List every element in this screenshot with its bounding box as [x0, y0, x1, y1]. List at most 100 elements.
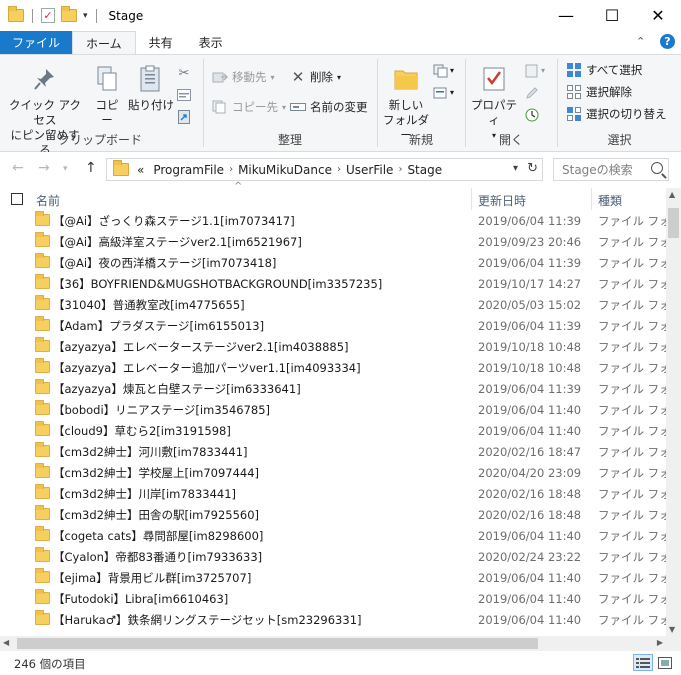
file-row[interactable]: 【36】BOYFRIEND&MUGSHOTBACKGROUND[im335723… — [0, 273, 666, 294]
horizontal-scrollbar[interactable]: ◀ ▶ — [0, 636, 666, 651]
recent-locations-chevron-icon[interactable]: ▾ — [63, 164, 68, 174]
search-input[interactable]: Stageの検索 — [553, 158, 669, 181]
file-row[interactable]: 【Cyalon】帝都83番通り[im7933633] 2020/02/24 23:… — [0, 546, 666, 567]
clipboard-group-label: クリップボード — [57, 133, 142, 147]
breadcrumb-separator-icon[interactable]: › — [337, 164, 341, 175]
minimize-button[interactable]: — — [543, 0, 589, 31]
file-row[interactable]: 【azyazya】エレベーターステージver2.1[im4038885] 2019… — [0, 336, 666, 357]
open-icon[interactable] — [524, 63, 540, 79]
tab-view[interactable]: 表示 — [186, 31, 236, 54]
close-button[interactable]: ✕ — [635, 0, 681, 31]
file-row[interactable]: 【31040】普通教室改[im4775655] 2020/05/03 15:02 フ… — [0, 294, 666, 315]
breadcrumb-item[interactable]: UserFile — [346, 163, 393, 177]
folder-icon — [35, 379, 50, 394]
easy-access-icon[interactable] — [433, 85, 449, 101]
history-icon[interactable] — [524, 107, 540, 123]
file-row[interactable]: 【@Ai】ざっくり森ステージ1.1[im7073417] 2019/06/04 1… — [0, 210, 666, 231]
file-type: ファイル フォルダー — [598, 465, 666, 480]
details-view-button[interactable] — [633, 654, 653, 671]
file-row[interactable]: 【Adam】プラダステージ[im6155013] 2019/06/04 11:39… — [0, 315, 666, 336]
tab-file[interactable]: ファイル — [0, 31, 73, 54]
file-row[interactable]: 【@Ai】高級洋室ステージver2.1[im6521967] 2019/09/23… — [0, 231, 666, 252]
scroll-right-icon[interactable]: ▶ — [657, 638, 663, 647]
paste-button[interactable]: 貼り付け — [128, 63, 174, 113]
file-type: ファイル フォルダー — [598, 591, 666, 606]
chevron-down-icon[interactable]: ▾ — [450, 66, 454, 75]
breadcrumb-item[interactable]: Stage — [407, 163, 442, 177]
file-row[interactable]: 【azyazya】エレベーター追加パーツver1.1[im4093334] 201… — [0, 357, 666, 378]
back-arrow-icon[interactable]: ← — [12, 160, 24, 176]
breadcrumb-overflow[interactable]: « — [137, 163, 144, 177]
file-row[interactable]: 【ejima】背景用ビル群[im3725707] 2019/06/04 11:40… — [0, 567, 666, 588]
scroll-thumb[interactable] — [17, 638, 538, 649]
file-row[interactable]: 【cm3d2紳士】学校屋上[im7097444] 2020/04/20 23:09… — [0, 462, 666, 483]
up-arrow-icon[interactable]: ↑ — [85, 160, 97, 176]
file-row[interactable]: 【@Ai】夜の西洋橋ステージ[im7073418] 2019/06/04 11:3… — [0, 252, 666, 273]
file-row[interactable]: 【Futodoki】Libra[im6610463] 2019/06/04 11:… — [0, 588, 666, 609]
forward-arrow-icon[interactable]: → — [38, 160, 50, 176]
chevron-down-icon[interactable]: ▾ — [450, 88, 454, 97]
cut-icon[interactable]: ✂ — [176, 65, 192, 81]
scroll-left-icon[interactable]: ◀ — [3, 638, 9, 647]
column-name[interactable]: 名前 — [36, 192, 60, 209]
scroll-thumb[interactable] — [668, 208, 679, 238]
column-type[interactable]: 種類 — [598, 192, 622, 209]
folder-icon — [35, 463, 50, 478]
file-row[interactable]: 【Haruka♂】鉄条網リングステージセット[sm23296331] 2019/0… — [0, 609, 666, 630]
properties-check-icon[interactable]: ✓ — [41, 8, 55, 23]
collapse-ribbon-icon[interactable]: ⌃ — [636, 35, 650, 49]
file-date: 2020/02/24 23:22 — [478, 549, 582, 564]
file-date: 2020/04/20 23:09 — [478, 465, 582, 480]
breadcrumb-item[interactable]: MikuMikuDance — [238, 163, 332, 177]
file-name: 【cloud9】草むら2[im3191598] — [53, 423, 231, 438]
folder-icon[interactable] — [8, 6, 24, 22]
search-icon[interactable] — [651, 162, 663, 174]
new-item-icon[interactable] — [433, 63, 449, 79]
select-all-button[interactable]: すべて選択 — [566, 62, 642, 78]
move-to-button[interactable]: 移動先 ▾ — [212, 69, 275, 85]
breadcrumb-separator-icon[interactable]: › — [229, 164, 233, 175]
item-count: 246 個の項目 — [14, 657, 86, 671]
help-icon[interactable]: ? — [660, 34, 675, 49]
vertical-scrollbar[interactable]: ▲ ▼ — [666, 188, 681, 636]
chevron-down-icon[interactable]: ▾ — [541, 66, 545, 75]
column-divider[interactable] — [591, 188, 592, 210]
address-bar[interactable]: « ProgramFile › MikuMikuDance › UserFile… — [106, 158, 543, 181]
file-row[interactable]: 【cm3d2紳士】河川敷[im7833441] 2020/02/16 18:47 フ… — [0, 441, 666, 462]
file-row[interactable]: 【cloud9】草むら2[im3191598] 2019/06/04 11:40 フ… — [0, 420, 666, 441]
tab-share[interactable]: 共有 — [136, 31, 186, 54]
properties-icon — [478, 63, 510, 95]
refresh-icon[interactable]: ↻ — [527, 161, 538, 176]
select-all-checkbox[interactable] — [11, 193, 23, 205]
column-divider[interactable] — [471, 188, 472, 210]
rename-button[interactable]: 名前の変更 — [290, 99, 368, 115]
large-icons-view-button[interactable] — [655, 654, 675, 671]
customize-dropdown-icon[interactable]: ▾ — [83, 11, 88, 21]
file-row[interactable]: 【bobodi】リニアステージ[im3546785] 2019/06/04 11:… — [0, 399, 666, 420]
tab-home[interactable]: ホーム — [72, 31, 136, 54]
scroll-up-icon[interactable]: ▲ — [669, 190, 675, 199]
copy-button[interactable]: コピー — [90, 63, 124, 128]
copy-path-icon[interactable] — [176, 87, 192, 103]
select-none-button[interactable]: 選択解除 — [566, 84, 632, 100]
breadcrumb-item[interactable]: ProgramFile — [153, 163, 224, 177]
file-row[interactable]: 【cm3d2紳士】川岸[im7833441] 2020/02/16 18:48 ファ… — [0, 483, 666, 504]
address-history-chevron-icon[interactable]: ▾ — [513, 163, 518, 174]
scroll-down-icon[interactable]: ▼ — [669, 625, 675, 634]
details-view-icon — [636, 657, 650, 668]
copy-to-button[interactable]: コピー先 ▾ — [212, 99, 286, 115]
file-date: 2019/06/04 11:40 — [478, 612, 582, 627]
file-row[interactable]: 【cogeta cats】尋問部屋[im8298600] 2019/06/04 1… — [0, 525, 666, 546]
breadcrumb-separator-icon[interactable]: › — [398, 164, 402, 175]
new-folder-icon[interactable] — [61, 6, 77, 22]
delete-button[interactable]: ✕ 削除 ▾ — [290, 68, 341, 86]
invert-selection-button[interactable]: 選択の切り替え — [566, 106, 667, 122]
folder-icon — [35, 505, 50, 520]
file-row[interactable]: 【cm3d2紳士】田舎の駅[im7925560] 2020/02/16 18:48… — [0, 504, 666, 525]
file-name: 【Adam】プラダステージ[im6155013] — [53, 318, 265, 333]
paste-shortcut-icon[interactable] — [176, 109, 192, 125]
maximize-button[interactable]: ☐ — [589, 0, 635, 31]
column-date[interactable]: 更新日時 — [478, 192, 526, 209]
file-row[interactable]: 【azyazya】煉瓦と白壁ステージ[im6333641] 2019/06/04 … — [0, 378, 666, 399]
edit-icon[interactable] — [524, 85, 540, 101]
